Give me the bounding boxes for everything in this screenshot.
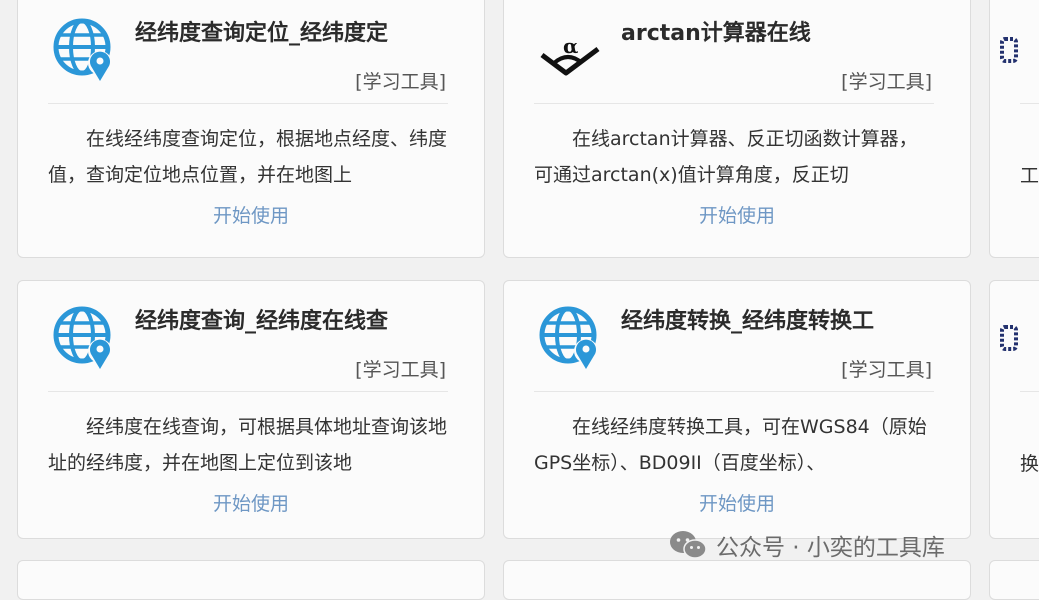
tool-card-partial[interactable]: 工 (989, 0, 1039, 258)
category-tag: [学习工具] (841, 71, 932, 93)
divider (534, 103, 934, 104)
category-tag: [学习工具] (355, 71, 446, 93)
card-title: 经纬度查询_经纬度在线查 (135, 309, 389, 334)
card-title: 经纬度转换_经纬度转换工 (621, 309, 875, 334)
category-tag: [学习工具] (355, 359, 446, 381)
arctan-icon: α (540, 34, 600, 76)
divider (1020, 103, 1039, 104)
divider (534, 391, 934, 392)
wechat-icon (670, 531, 707, 559)
tool-card-latlng-query[interactable]: 经纬度查询_经纬度在线查 [学习工具] 经纬度在线查询，可根据具体地址查询该地址… (17, 280, 485, 539)
watermark: 公众号 · 小奕的工具库 (668, 528, 945, 562)
card-description: 换 (1020, 453, 1039, 475)
start-button[interactable]: 开始使用 (504, 201, 970, 228)
tool-card-latlng-locate[interactable]: 经纬度查询定位_经纬度定 [学习工具] 在线经纬度查询定位，根据地点经度、纬度值… (17, 0, 485, 258)
card-description: 在线经纬度转换工具，可在WGS84（原始GPS坐标）、BD09II（百度坐标）、 (534, 416, 927, 474)
start-button[interactable]: 开始使用 (18, 489, 484, 516)
card-description: 经纬度在线查询，可根据具体地址查询该地址的经纬度，并在地图上定位到该地 (48, 416, 448, 474)
tool-card-arctan[interactable]: α arctan计算器在线 [学习工具] 在线arctan计算器、反正切函数计算… (503, 0, 971, 258)
globe-location-icon (539, 306, 598, 369)
tool-card-latlng-convert[interactable]: 经纬度转换_经纬度转换工 [学习工具] 在线经纬度转换工具，可在WGS84（原始… (503, 280, 971, 539)
card-title: arctan计算器在线 (621, 21, 811, 46)
divider (1020, 391, 1039, 392)
globe-location-icon (53, 18, 112, 81)
tool-icon (1000, 37, 1018, 63)
divider (48, 103, 448, 104)
card-description: 工 (1020, 165, 1039, 187)
card-title: 经纬度查询定位_经纬度定 (135, 21, 389, 46)
tool-card-cutoff[interactable] (989, 560, 1039, 600)
tool-card-cutoff[interactable] (17, 560, 485, 600)
start-button[interactable]: 开始使用 (504, 489, 970, 516)
divider (48, 391, 448, 392)
alpha-symbol: α (563, 34, 578, 58)
tool-card-cutoff[interactable] (503, 560, 971, 600)
category-tag: [学习工具] (841, 359, 932, 381)
tool-card-partial[interactable]: 换 (989, 280, 1039, 539)
globe-location-icon (53, 306, 112, 369)
tool-icon (1000, 325, 1018, 351)
card-description: 在线经纬度查询定位，根据地点经度、纬度值，查询定位地点位置，并在地图上 (48, 128, 448, 186)
watermark-text: 公众号 · 小奕的工具库 (716, 535, 945, 561)
start-button[interactable]: 开始使用 (18, 201, 484, 228)
card-description: 在线arctan计算器、反正切函数计算器，可通过arctan(x)值计算角度，反… (534, 128, 918, 186)
